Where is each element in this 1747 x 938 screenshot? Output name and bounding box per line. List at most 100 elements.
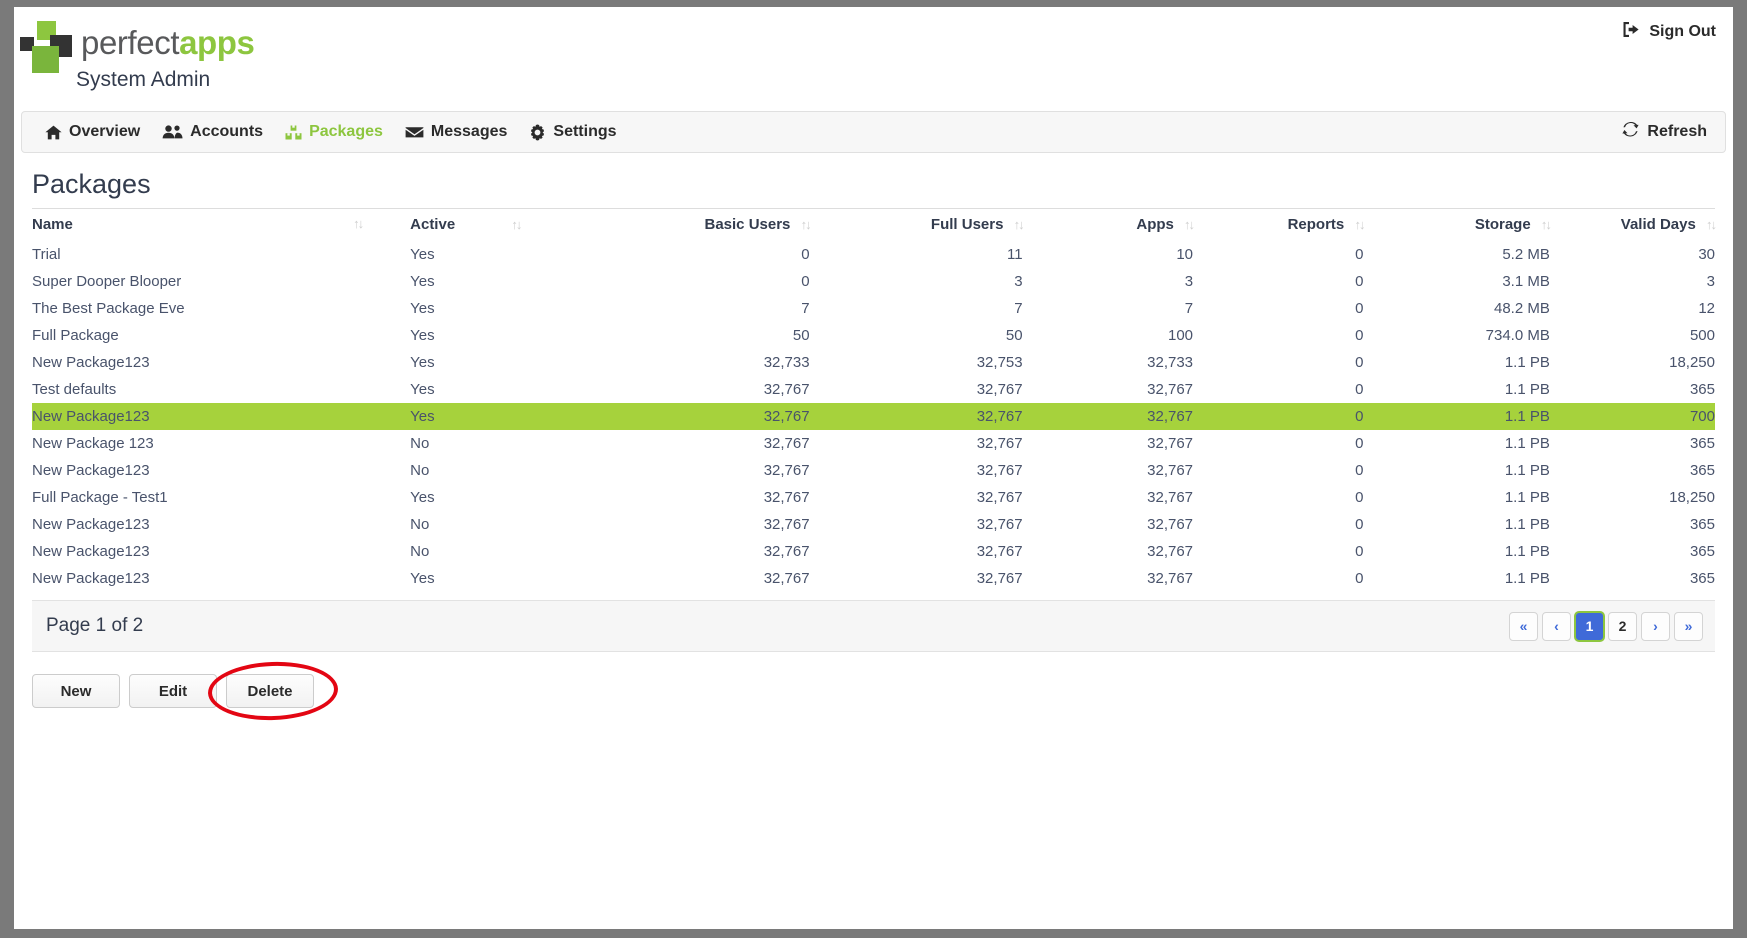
cell-name: Full Package - Test1 xyxy=(32,489,168,506)
table-row[interactable]: New Package123 Yes 32,767 32,767 32,767 0 1.1 … xyxy=(32,565,1715,592)
cell-valid-days: 365 xyxy=(1689,543,1715,560)
gear-icon xyxy=(529,124,546,141)
sort-updown-icon[interactable]: ↑↓ xyxy=(1541,217,1552,232)
sign-out-label: Sign Out xyxy=(1649,23,1716,40)
column-header-basic-users[interactable]: Basic Users ↑↓ xyxy=(597,209,812,241)
table-row[interactable]: New Package123 No 32,767 32,767 32,767 0 1.1 P… xyxy=(32,538,1715,565)
sort-updown-icon[interactable]: ↑↓ xyxy=(1184,217,1195,232)
column-header-valid-days[interactable]: Valid Days ↑↓ xyxy=(1550,209,1717,241)
cell-valid-days: 365 xyxy=(1689,516,1715,533)
cell-name: The Best Package Eve xyxy=(32,300,185,317)
cell-valid-days: 365 xyxy=(1689,435,1715,452)
sign-out-button[interactable]: Sign Out xyxy=(1622,21,1716,43)
pagination-next-button[interactable]: › xyxy=(1641,611,1670,641)
cell-valid-days: 700 xyxy=(1549,403,1715,430)
delete-button[interactable]: Delete xyxy=(226,674,314,708)
sign-out-icon xyxy=(1622,21,1641,43)
app-header: perfectapps System Admin Sign Out xyxy=(14,7,1733,111)
cell-apps: 32,767 xyxy=(1147,489,1194,506)
refresh-label: Refresh xyxy=(1647,123,1707,140)
cell-reports: 0 xyxy=(1355,462,1364,479)
nav-item-packages[interactable]: Packages xyxy=(274,112,394,152)
page-indicator-label: Page 1 of 2 xyxy=(46,615,144,636)
cell-basic-users: 32,733 xyxy=(763,354,810,371)
cell-full-users: 32,767 xyxy=(976,489,1023,506)
logo-text-apps: apps xyxy=(179,23,255,61)
sort-updown-icon[interactable]: ↑↓ xyxy=(1706,217,1717,232)
sort-updown-icon[interactable]: ↑↓ xyxy=(511,217,522,232)
cell-storage: 1.1 PB xyxy=(1504,354,1550,371)
cell-basic-users: 32,767 xyxy=(763,381,810,398)
cell-storage: 1.1 PB xyxy=(1363,403,1550,430)
cell-basic-users: 0 xyxy=(801,273,810,290)
nav-item-messages[interactable]: Messages xyxy=(394,112,519,152)
column-header-storage[interactable]: Storage ↑↓ xyxy=(1363,209,1552,241)
cell-valid-days: 18,250 xyxy=(1669,354,1715,371)
packages-table: Name ↑↓ Active ↑↓ Basic Users ↑↓ Full Us… xyxy=(32,209,1717,592)
pagination-first-button[interactable]: « xyxy=(1509,611,1538,641)
column-header-full-users[interactable]: Full Users ↑↓ xyxy=(810,209,1025,241)
table-row[interactable]: Full Package Yes 50 50 100 0 734.0 MB 500 xyxy=(32,322,1715,349)
pagination-page-1-button[interactable]: 1 xyxy=(1574,610,1605,642)
sort-updown-icon[interactable]: ↑↓ xyxy=(1014,217,1025,232)
cell-reports: 0 xyxy=(1355,435,1364,452)
cell-name: New Package123 xyxy=(32,570,150,587)
table-row[interactable]: Test defaults Yes 32,767 32,767 32,767 0 1.1 P… xyxy=(32,376,1715,403)
cell-basic-users: 7 xyxy=(801,300,810,317)
column-header-active[interactable]: Active ↑↓ xyxy=(410,209,596,241)
packages-icon xyxy=(285,125,302,140)
cell-full-users: 50 xyxy=(1005,327,1023,344)
perfect-apps-logo-icon xyxy=(18,19,72,73)
logo-wordmark: perfectapps xyxy=(81,26,255,59)
cell-reports: 0 xyxy=(1355,354,1364,371)
cell-apps: 32,767 xyxy=(1147,435,1194,452)
nav-item-accounts[interactable]: Accounts xyxy=(151,112,274,152)
pagination-page-2-button[interactable]: 2 xyxy=(1608,611,1637,641)
table-row[interactable]: New Package123 No 32,767 32,767 32,767 0 1.1 P… xyxy=(32,511,1715,538)
cell-active: Yes xyxy=(410,489,435,506)
column-header-name[interactable]: Name ↑↓ xyxy=(32,209,410,241)
cell-name: Super Dooper Blooper xyxy=(32,273,182,290)
cell-reports: 0 xyxy=(1193,403,1364,430)
nav-label-overview: Overview xyxy=(69,123,141,140)
cell-full-users: 32,767 xyxy=(809,403,1023,430)
cell-storage: 1.1 PB xyxy=(1504,435,1550,452)
table-row[interactable]: The Best Package Eve Yes 7 7 7 0 48.2 MB 12 xyxy=(32,295,1715,322)
edit-button[interactable]: Edit xyxy=(129,674,217,708)
pagination-prev-button[interactable]: ‹ xyxy=(1542,611,1571,641)
cell-name: New Package123 xyxy=(32,462,150,479)
cell-valid-days: 3 xyxy=(1706,273,1715,290)
table-row[interactable]: Super Dooper Blooper Yes 0 3 3 0 3.1 MB 3 xyxy=(32,268,1715,295)
table-row[interactable]: New Package123 Yes 32,733 32,753 32,733 0 1.1 … xyxy=(32,349,1715,376)
cell-storage: 734.0 MB xyxy=(1485,327,1550,344)
nav-item-overview[interactable]: Overview xyxy=(34,112,151,152)
cell-apps: 3 xyxy=(1184,273,1194,290)
nav-item-settings[interactable]: Settings xyxy=(518,112,627,152)
cell-name: New Package123 xyxy=(32,516,150,533)
table-row[interactable]: New Package123 No 32,767 32,767 32,767 0 1.1 P… xyxy=(32,457,1715,484)
column-header-apps[interactable]: Apps ↑↓ xyxy=(1023,209,1195,241)
new-button[interactable]: New xyxy=(32,674,120,708)
cell-storage: 1.1 PB xyxy=(1504,516,1550,533)
cell-active: No xyxy=(410,516,430,533)
sort-updown-icon[interactable]: ↑↓ xyxy=(1354,217,1365,232)
cell-apps: 32,767 xyxy=(1022,403,1194,430)
refresh-button[interactable]: Refresh xyxy=(1622,121,1713,142)
table-row[interactable]: Trial Yes 0 11 10 0 5.2 MB 30 xyxy=(32,241,1715,268)
table-row[interactable]: New Package123 Yes 32,767 32,767 32,767 0 1.1 … xyxy=(32,403,1715,430)
cell-reports: 0 xyxy=(1355,516,1364,533)
column-header-reports[interactable]: Reports ↑↓ xyxy=(1193,209,1366,241)
envelope-icon xyxy=(405,125,424,139)
table-row[interactable]: New Package 123 No 32,767 32,767 32,767 0 1.1 … xyxy=(32,430,1715,457)
column-label-apps: Apps xyxy=(1136,216,1174,233)
pagination-last-button[interactable]: » xyxy=(1674,611,1703,641)
home-icon xyxy=(45,125,62,140)
cell-valid-days: 18,250 xyxy=(1669,489,1715,506)
cell-active: Yes xyxy=(410,273,435,290)
sort-updown-icon[interactable]: ↑↓ xyxy=(353,216,364,231)
sort-updown-icon[interactable]: ↑↓ xyxy=(801,217,812,232)
cell-apps: 7 xyxy=(1184,300,1194,317)
main-navigation: Overview Accounts Packages Messages Sett… xyxy=(21,111,1726,153)
table-row[interactable]: Full Package - Test1 Yes 32,767 32,767 32,76… xyxy=(32,484,1715,511)
cell-valid-days: 12 xyxy=(1698,300,1715,317)
